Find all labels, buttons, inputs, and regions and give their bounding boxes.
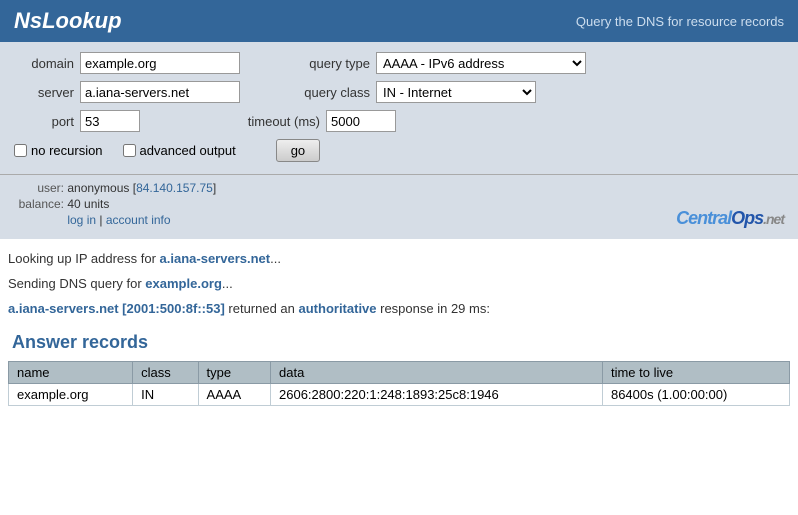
output-line-3: a.iana-servers.net [2001:500:8f::53] ret…: [8, 301, 790, 316]
balance-value: 40 units: [67, 197, 109, 211]
centralops-logo: CentralOps.net: [676, 208, 784, 229]
query-class-select[interactable]: IN - Internet CH - Chaos HS - Hesiod: [376, 81, 536, 103]
form-row-server: server query class IN - Internet CH - Ch…: [14, 81, 784, 103]
col-name: name: [9, 362, 133, 384]
domain-label: domain: [14, 56, 74, 71]
app-title: NsLookup: [14, 8, 122, 34]
timeout-label: timeout (ms): [230, 114, 320, 129]
line2-suffix: ...: [222, 276, 233, 291]
line3-server-link[interactable]: a.iana-servers.net [2001:500:8f::53]: [8, 301, 225, 316]
form-area: domain query type AAAA - IPv6 address A …: [0, 42, 798, 175]
line3-suffix: response in 29 ms:: [377, 301, 490, 316]
app-subtitle: Query the DNS for resource records: [576, 14, 784, 29]
user-name: anonymous: [67, 181, 129, 195]
table-row: example.orgINAAAA2606:2800:220:1:248:189…: [9, 384, 790, 406]
user-row: user: anonymous [84.140.157.75]: [14, 181, 216, 195]
line1-link[interactable]: a.iana-servers.net: [160, 251, 271, 266]
domain-input[interactable]: [80, 52, 240, 74]
form-row-options: no recursion advanced output go: [14, 139, 784, 162]
port-label: port: [14, 114, 74, 129]
line2-prefix: Sending DNS query for: [8, 276, 145, 291]
go-button[interactable]: go: [276, 139, 320, 162]
balance-row: balance: 40 units: [14, 197, 216, 211]
timeout-input[interactable]: [326, 110, 396, 132]
user-ip-link[interactable]: 84.140.157.75: [136, 181, 213, 195]
answer-section: Answer records name class type data time…: [8, 332, 790, 406]
form-row-port: port timeout (ms): [14, 110, 784, 132]
form-row-domain: domain query type AAAA - IPv6 address A …: [14, 52, 784, 74]
user-block: user: anonymous [84.140.157.75] balance:…: [14, 181, 216, 229]
links-row: log in | account info: [14, 213, 216, 227]
output-line-2: Sending DNS query for example.org...: [8, 276, 790, 291]
line2-link[interactable]: example.org: [145, 276, 222, 291]
no-recursion-label: no recursion: [31, 143, 103, 158]
user-label: user:: [14, 181, 64, 195]
answer-title: Answer records: [8, 332, 790, 353]
col-data: data: [271, 362, 603, 384]
table-header-row: name class type data time to live: [9, 362, 790, 384]
col-ttl: time to live: [602, 362, 789, 384]
output-line-1: Looking up IP address for a.iana-servers…: [8, 251, 790, 266]
answer-table: name class type data time to live exampl…: [8, 361, 790, 406]
line1-suffix: ...: [270, 251, 281, 266]
login-link[interactable]: log in: [67, 213, 96, 227]
advanced-output-label: advanced output: [140, 143, 236, 158]
user-info-area: user: anonymous [84.140.157.75] balance:…: [0, 175, 798, 239]
line3-auth-link[interactable]: authoritative: [299, 301, 377, 316]
line1-prefix: Looking up IP address for: [8, 251, 160, 266]
server-label: server: [14, 85, 74, 100]
balance-label: balance:: [14, 197, 64, 211]
advanced-output-checkbox[interactable]: [123, 144, 136, 157]
account-info-link[interactable]: account info: [106, 213, 171, 227]
header: NsLookup Query the DNS for resource reco…: [0, 0, 798, 42]
col-class: class: [133, 362, 198, 384]
query-type-select[interactable]: AAAA - IPv6 address A - IPv4 address MX …: [376, 52, 586, 74]
port-input[interactable]: [80, 110, 140, 132]
col-type: type: [198, 362, 270, 384]
query-class-label: query class: [290, 85, 370, 100]
line3-mid: returned an: [225, 301, 299, 316]
no-recursion-checkbox[interactable]: [14, 144, 27, 157]
output-content: Looking up IP address for a.iana-servers…: [0, 239, 798, 426]
server-input[interactable]: [80, 81, 240, 103]
query-type-label: query type: [290, 56, 370, 71]
